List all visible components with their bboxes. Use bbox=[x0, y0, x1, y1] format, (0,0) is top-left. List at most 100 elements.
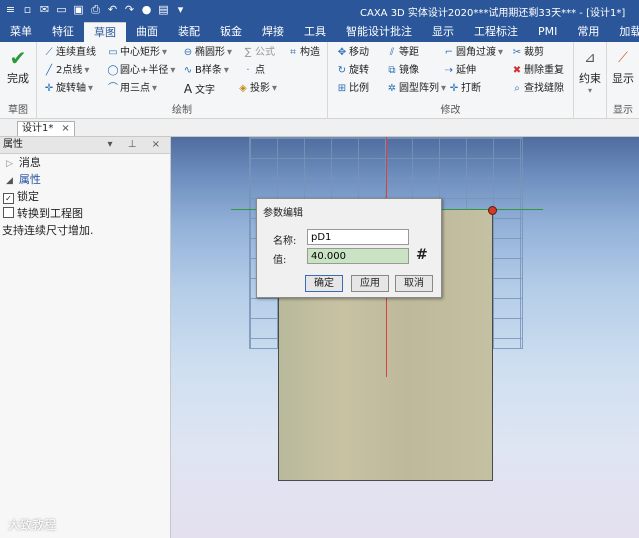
move-button[interactable]: ✥ 移动 bbox=[336, 46, 369, 60]
polyline-icon: ⟋ bbox=[45, 47, 53, 58]
delete-duplicate-button[interactable]: ✖ 删除重复 bbox=[511, 64, 564, 78]
rotate-axis-button[interactable]: ✛ 旋转轴 ▾ bbox=[43, 82, 93, 96]
ok-button[interactable]: 确定 bbox=[305, 275, 343, 292]
redo-icon[interactable]: ↷ bbox=[123, 3, 136, 17]
group-display: ⟋ 显示 显示 bbox=[607, 42, 639, 118]
circular-array-icon: ✲ bbox=[387, 83, 397, 94]
move-label: 移动 bbox=[349, 47, 369, 58]
rotate-axis-label: 旋转轴 bbox=[56, 83, 86, 94]
name-input[interactable] bbox=[307, 229, 409, 245]
sketch-vertex-point[interactable] bbox=[488, 206, 497, 215]
finish-button[interactable]: ✔ 完成 bbox=[2, 46, 34, 86]
tab-assembly[interactable]: 装配 bbox=[168, 22, 210, 42]
mirror-button[interactable]: ⧉ 镜像 bbox=[386, 64, 419, 78]
tab-pmi[interactable]: PMI bbox=[528, 22, 567, 42]
construct-button[interactable]: ⌗ 构造 bbox=[287, 46, 320, 60]
fillet-button[interactable]: ⌐ 圆角过渡 ▾ bbox=[443, 46, 503, 60]
checkmark-icon: ✔ bbox=[9, 46, 27, 70]
panel-title: 属性 bbox=[3, 139, 23, 150]
email-icon[interactable]: ✉ bbox=[38, 3, 51, 17]
point-label: 点 bbox=[255, 65, 265, 76]
tab-load[interactable]: 加载 bbox=[609, 22, 639, 42]
tab-menu[interactable]: 菜单 bbox=[0, 22, 42, 42]
new-file-icon[interactable]: ▫ bbox=[21, 3, 34, 17]
display-button[interactable]: ⟋ 显示 bbox=[609, 46, 637, 86]
find-gaps-icon: ⌕ bbox=[514, 83, 520, 94]
close-icon[interactable]: × bbox=[61, 123, 69, 134]
constraint-icon: ⊿ bbox=[584, 50, 596, 66]
app-menu-icon[interactable]: ≡ bbox=[4, 3, 17, 17]
break-icon: ✛ bbox=[449, 83, 459, 94]
three-point-arc-button[interactable]: ⌒ 用三点 ▾ bbox=[107, 82, 157, 96]
text-icon: A bbox=[183, 82, 193, 96]
text-button[interactable]: A 文字 bbox=[182, 82, 215, 98]
circular-array-button[interactable]: ✲ 圆型阵列 ▾ bbox=[386, 82, 446, 96]
open-folder-icon[interactable]: ▭ bbox=[55, 3, 68, 17]
tab-sheetmetal[interactable]: 钣金 bbox=[210, 22, 252, 42]
group-sketch: ✔ 完成 草图 bbox=[0, 42, 37, 118]
cancel-button[interactable]: 取消 bbox=[395, 275, 433, 292]
panel-controls[interactable]: ▾ ⊥ × bbox=[108, 137, 166, 153]
trim-button[interactable]: ✂ 裁剪 bbox=[511, 46, 544, 60]
chevron-down-icon: ▾ bbox=[587, 86, 592, 95]
apply-button[interactable]: 应用 bbox=[351, 275, 389, 292]
dropdown-icon[interactable]: ▾ bbox=[174, 3, 187, 17]
tab-smart-annotation[interactable]: 智能设计批注 bbox=[336, 22, 422, 42]
finish-label: 完成 bbox=[7, 72, 29, 85]
projection-button[interactable]: ◈ 投影 ▾ bbox=[237, 82, 277, 96]
extend-button[interactable]: ⇢ 延伸 bbox=[443, 64, 476, 78]
two-point-line-button[interactable]: ╱ 2点线 ▾ bbox=[43, 64, 89, 78]
section-properties[interactable]: ◢ 属性 bbox=[0, 171, 170, 188]
section-messages[interactable]: ▷ 消息 bbox=[0, 154, 170, 171]
convert-checkbox-row[interactable]: 转换到工程图 bbox=[0, 205, 170, 222]
chevron-down-icon: ▾ bbox=[162, 47, 168, 58]
circle-center-radius-button[interactable]: ◯圆心+半径 ▾ bbox=[107, 64, 175, 78]
text-label: 文字 bbox=[195, 85, 215, 96]
undo-icon[interactable]: ↶ bbox=[106, 3, 119, 17]
image-icon[interactable]: ▤ bbox=[157, 3, 170, 17]
tab-engineering-annotation[interactable]: 工程标注 bbox=[464, 22, 528, 42]
lock-checkbox[interactable]: ✓ bbox=[3, 193, 14, 204]
break-button[interactable]: ✛ 打断 bbox=[448, 82, 481, 96]
line-icon: ╱ bbox=[45, 65, 53, 76]
tab-sketch[interactable]: 草图 bbox=[84, 22, 126, 42]
value-label: 值: bbox=[273, 255, 287, 266]
tab-surface[interactable]: 曲面 bbox=[126, 22, 168, 42]
print-icon[interactable]: ⎙ bbox=[89, 3, 102, 17]
mirror-icon: ⧉ bbox=[388, 65, 396, 76]
tab-tools[interactable]: 工具 bbox=[294, 22, 336, 42]
globe-icon[interactable]: ● bbox=[140, 3, 153, 17]
scale-button[interactable]: ⊞ 比例 bbox=[336, 82, 369, 96]
tab-feature[interactable]: 特征 bbox=[42, 22, 84, 42]
center-rect-label: 中心矩形 bbox=[120, 47, 160, 58]
chevron-down-icon: ▾ bbox=[152, 83, 158, 94]
lock-checkbox-row[interactable]: ✓ 锁定 bbox=[0, 188, 170, 205]
find-gaps-button[interactable]: ⌕ 查找缝隙 bbox=[511, 82, 564, 96]
formula-label: 公式 bbox=[255, 47, 275, 58]
offset-button[interactable]: ⫽ 等距 bbox=[386, 46, 419, 60]
formula-button[interactable]: ∑ 公式 bbox=[242, 46, 275, 60]
title-bar: ≡ ▫ ✉ ▭ ▣ ⎙ ↶ ↷ ● ▤ ▾ CAXA 3D 实体设计2020**… bbox=[0, 0, 639, 22]
tab-display[interactable]: 显示 bbox=[422, 22, 464, 42]
rotate-button[interactable]: ↻ 旋转 bbox=[336, 64, 369, 78]
chevron-down-icon: ◢ bbox=[6, 176, 13, 186]
ellipse-icon: ⊖ bbox=[183, 47, 193, 58]
ellipse-button[interactable]: ⊖ 椭圆形 ▾ bbox=[182, 46, 232, 60]
scale-icon: ⊞ bbox=[337, 83, 347, 94]
extend-label: 延伸 bbox=[456, 65, 476, 76]
document-tab[interactable]: 设计1* × bbox=[17, 121, 75, 136]
bspline-button[interactable]: ∿ B样条 ▾ bbox=[182, 64, 229, 78]
save-icon[interactable]: ▣ bbox=[72, 3, 85, 17]
circle-icon: ◯ bbox=[107, 65, 119, 76]
tab-common[interactable]: 常用 bbox=[567, 22, 609, 42]
point-button[interactable]: · 点 bbox=[242, 64, 265, 78]
group-modify: ✥ 移动 ⫽ 等距 ⌐ 圆角过渡 ▾ ✂ 裁剪 ↻ 旋转 ⧉ 镜像 ⇢ 延伸 ✖ 删除重复 ⊞ 比例… bbox=[328, 42, 574, 118]
center-rect-button[interactable]: ▭ 中心矩形 ▾ bbox=[107, 46, 167, 60]
tab-weld[interactable]: 焊接 bbox=[252, 22, 294, 42]
value-input[interactable] bbox=[307, 248, 409, 264]
polyline-button[interactable]: ⟋ 连续直线 bbox=[43, 46, 97, 60]
convert-checkbox[interactable] bbox=[3, 207, 14, 218]
constrain-button[interactable]: ⊿ 约束 ▾ bbox=[576, 46, 604, 95]
display-label: 显示 bbox=[612, 72, 634, 85]
expression-hash-button[interactable]: # bbox=[416, 247, 428, 263]
